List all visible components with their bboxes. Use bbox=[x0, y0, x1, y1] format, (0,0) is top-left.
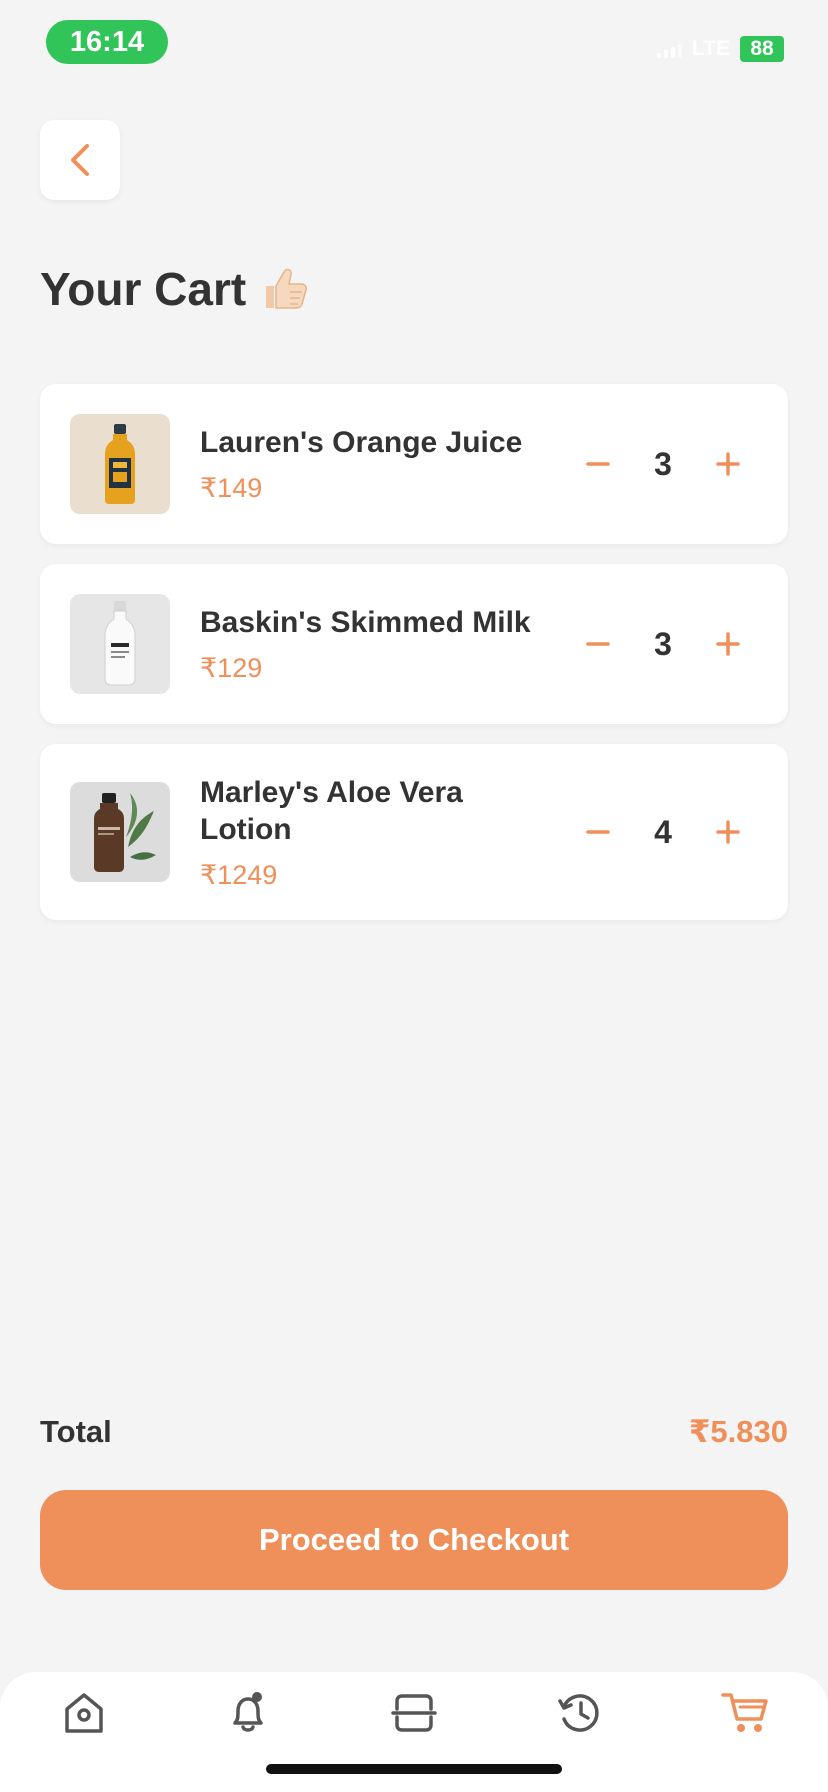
increase-quantity-button[interactable] bbox=[708, 444, 748, 484]
total-value: ₹5.830 bbox=[688, 1414, 788, 1449]
cart-item: Marley's Aloe Vera Lotion ₹1249 4 bbox=[40, 744, 788, 920]
minus-icon bbox=[586, 830, 610, 834]
cart-list: Lauren's Orange Juice ₹149 3 Baskin's Sk… bbox=[40, 384, 788, 940]
tab-scan[interactable] bbox=[384, 1682, 444, 1742]
signal-icon bbox=[656, 40, 682, 58]
product-image-orange-juice bbox=[70, 414, 170, 514]
thumbs-up-icon bbox=[266, 268, 308, 309]
decrease-quantity-button[interactable] bbox=[578, 624, 618, 664]
bell-icon bbox=[233, 1692, 263, 1732]
product-image-skimmed-milk bbox=[70, 594, 170, 694]
checkout-button[interactable]: Proceed to Checkout bbox=[40, 1490, 788, 1590]
history-icon bbox=[558, 1694, 599, 1732]
item-price: ₹129 bbox=[200, 653, 263, 683]
page-title: Your Cart bbox=[40, 263, 247, 315]
cart-icon bbox=[721, 1693, 768, 1732]
cart-screen: 16:14 LTE 88 Your Cart Lauren's Orange J… bbox=[0, 0, 828, 1792]
quantity-value: 4 bbox=[654, 813, 672, 850]
cart-item: Baskin's Skimmed Milk ₹129 3 bbox=[40, 564, 788, 724]
status-indicators: LTE 88 bbox=[656, 36, 784, 62]
back-button[interactable] bbox=[40, 120, 120, 200]
item-name: Marley's Aloe Vera Lotion bbox=[200, 775, 463, 846]
quantity-stepper: 4 bbox=[578, 812, 748, 852]
increase-quantity-button[interactable] bbox=[708, 624, 748, 664]
product-image-aloe-vera-lotion bbox=[70, 782, 170, 882]
scan-icon bbox=[391, 1694, 437, 1732]
home-icon bbox=[65, 1693, 103, 1733]
item-price: ₹149 bbox=[200, 473, 263, 503]
increase-quantity-button[interactable] bbox=[708, 812, 748, 852]
tab-history[interactable] bbox=[550, 1682, 610, 1742]
quantity-value: 3 bbox=[654, 445, 672, 482]
bottom-tab-bar bbox=[0, 1672, 828, 1792]
quantity-stepper: 3 bbox=[578, 444, 748, 484]
cart-item: Lauren's Orange Juice ₹149 3 bbox=[40, 384, 788, 544]
decrease-quantity-button[interactable] bbox=[578, 444, 618, 484]
quantity-stepper: 3 bbox=[578, 624, 748, 664]
tab-cart[interactable] bbox=[716, 1682, 776, 1742]
item-name: Lauren's Orange Juice bbox=[200, 426, 523, 459]
tab-notifications[interactable] bbox=[218, 1682, 278, 1742]
network-label: LTE bbox=[691, 37, 730, 60]
battery-indicator: 88 bbox=[740, 36, 784, 62]
title-row: Your Cart bbox=[40, 262, 310, 316]
chevron-left-icon bbox=[71, 144, 89, 176]
total-label: Total bbox=[40, 1414, 112, 1449]
plus-icon bbox=[716, 632, 740, 656]
plus-icon bbox=[716, 820, 740, 844]
home-indicator bbox=[266, 1764, 562, 1774]
minus-icon bbox=[586, 642, 610, 646]
item-price: ₹1249 bbox=[200, 859, 278, 890]
status-time: 16:14 bbox=[46, 20, 168, 64]
plus-icon bbox=[716, 452, 740, 476]
quantity-value: 3 bbox=[654, 625, 672, 662]
item-name: Baskin's Skimmed Milk bbox=[200, 606, 531, 639]
tab-home[interactable] bbox=[54, 1682, 114, 1742]
decrease-quantity-button[interactable] bbox=[578, 812, 618, 852]
minus-icon bbox=[586, 462, 610, 466]
